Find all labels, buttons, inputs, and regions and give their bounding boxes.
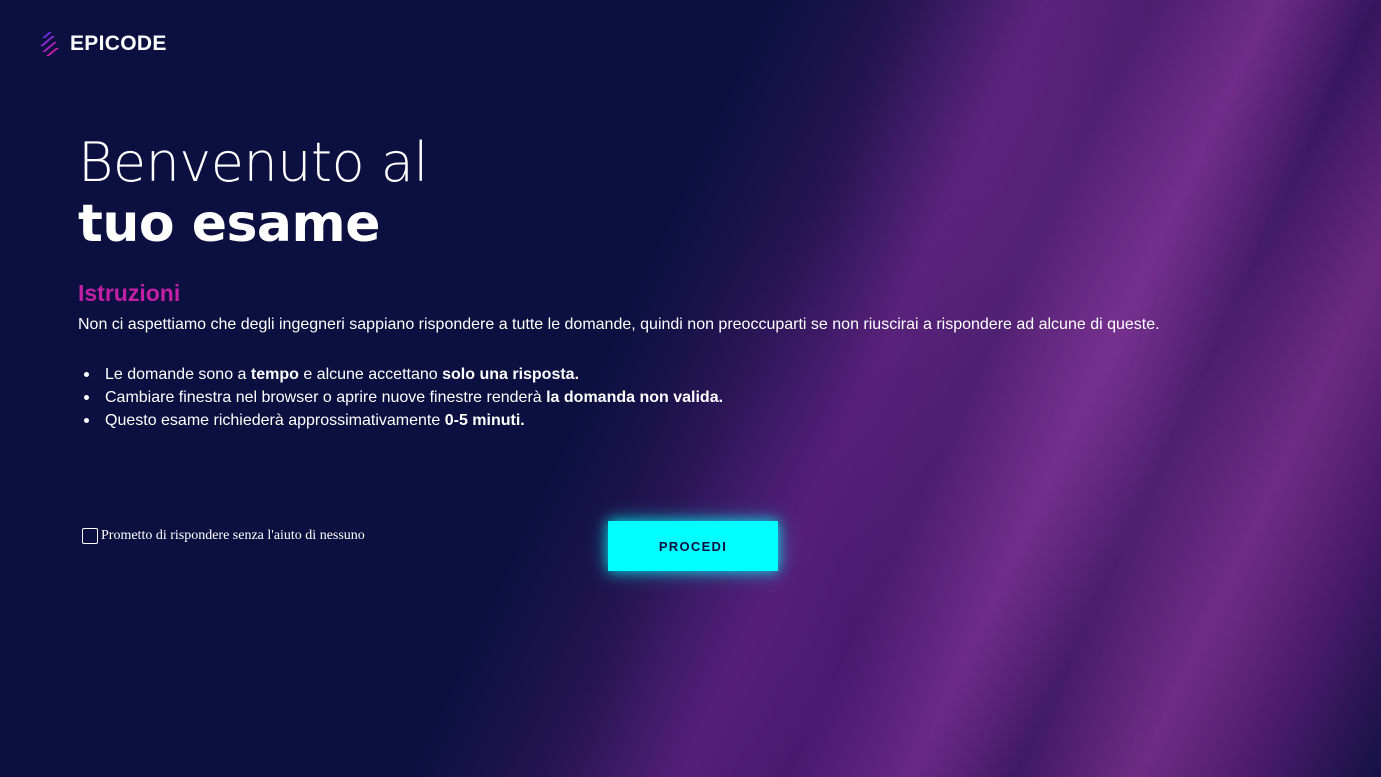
rule-emphasis: 0-5 minuti. <box>444 412 525 429</box>
instructions-title: Istruzioni <box>78 280 181 306</box>
brand-name: EPICODE <box>70 32 167 55</box>
rule-text: Le domande sono a <box>105 366 251 383</box>
epicode-logo-icon <box>40 32 59 56</box>
rule-emphasis: solo una risposta. <box>442 366 580 383</box>
rule-text: Cambiare finestra nel browser o aprire n… <box>105 389 547 406</box>
rule-item: Cambiare finestra nel browser o aprire n… <box>78 386 723 409</box>
hero-title-line1: Benvenuto al <box>78 131 428 194</box>
rule-emphasis: tempo <box>250 366 299 383</box>
rule-emphasis: la domanda non valida. <box>546 389 724 406</box>
promise-checkbox-row[interactable]: Prometto di rispondere senza l'aiuto di … <box>82 528 365 544</box>
promise-checkbox[interactable] <box>82 528 98 544</box>
hero-title-line2: tuo esame <box>78 194 380 254</box>
hero-heading: Benvenuto al tuo esame <box>78 131 428 255</box>
instructions-rules-list: Le domande sono a tempo e alcune accetta… <box>78 363 723 432</box>
instructions-intro: Non ci aspettiamo che degli ingegneri sa… <box>78 316 1160 333</box>
promise-label[interactable]: Prometto di rispondere senza l'aiuto di … <box>101 528 365 544</box>
rule-text: e alcune accettano <box>298 366 443 383</box>
brand-logo: EPICODE <box>38 30 167 58</box>
rule-text: Questo esame richiederà approssimativame… <box>105 412 445 429</box>
proceed-button[interactable]: PROCEDI <box>608 521 778 571</box>
rule-item: Questo esame richiederà approssimativame… <box>78 409 723 432</box>
rule-item: Le domande sono a tempo e alcune accetta… <box>78 363 723 386</box>
